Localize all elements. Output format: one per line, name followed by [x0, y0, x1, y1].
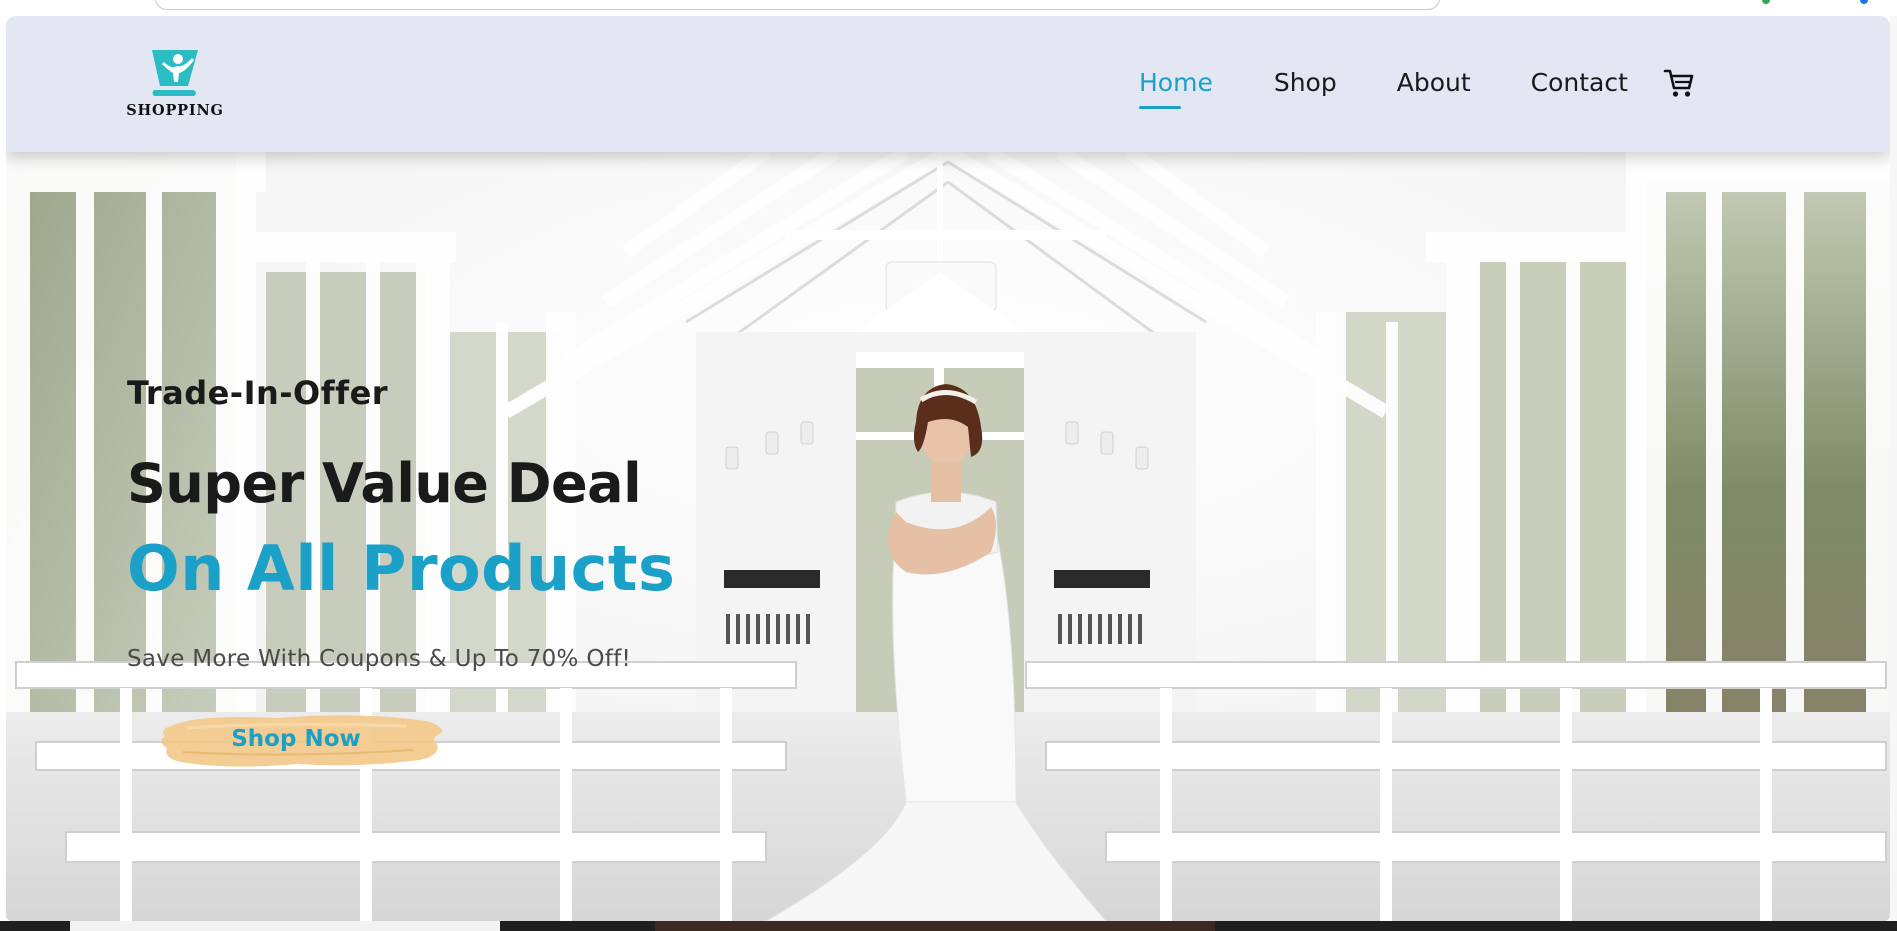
hero-banner: Trade-In-Offer Super Value Deal On All P… [6, 152, 1890, 921]
scrollbar-track[interactable] [1890, 16, 1897, 921]
offer-label: Trade-In-Offer [127, 374, 389, 412]
headline-primary: Super Value Deal [127, 452, 642, 515]
main-nav: Home Shop About Contact [1139, 63, 1696, 109]
taskbar-segment [70, 921, 500, 931]
address-bar[interactable] [155, 0, 1440, 10]
logo-icon [152, 50, 198, 96]
browser-strip [0, 0, 1897, 16]
taskbar-segment [655, 921, 1215, 931]
nav-link-home[interactable]: Home [1139, 63, 1213, 109]
nav-link-contact[interactable]: Contact [1531, 63, 1628, 103]
site-header: SHOPPING Home Shop About Contact [6, 16, 1890, 152]
page: SHOPPING Home Shop About Contact Trade-I… [6, 16, 1890, 921]
nav-link-shop[interactable]: Shop [1274, 63, 1337, 103]
profile-icon[interactable] [1860, 0, 1868, 4]
shop-now-label: Shop Now [231, 726, 361, 752]
shopping-cart-icon[interactable] [1662, 66, 1696, 100]
nav-link-about[interactable]: About [1397, 63, 1471, 103]
shop-now-button[interactable]: Shop Now [157, 708, 445, 770]
logo[interactable]: SHOPPING [126, 46, 224, 130]
hero-subline: Save More With Coupons & Up To 70% Off! [127, 646, 632, 672]
extension-icon[interactable] [1762, 0, 1770, 4]
logo-text: SHOPPING [126, 102, 224, 119]
headline-accent: On All Products [127, 532, 676, 605]
